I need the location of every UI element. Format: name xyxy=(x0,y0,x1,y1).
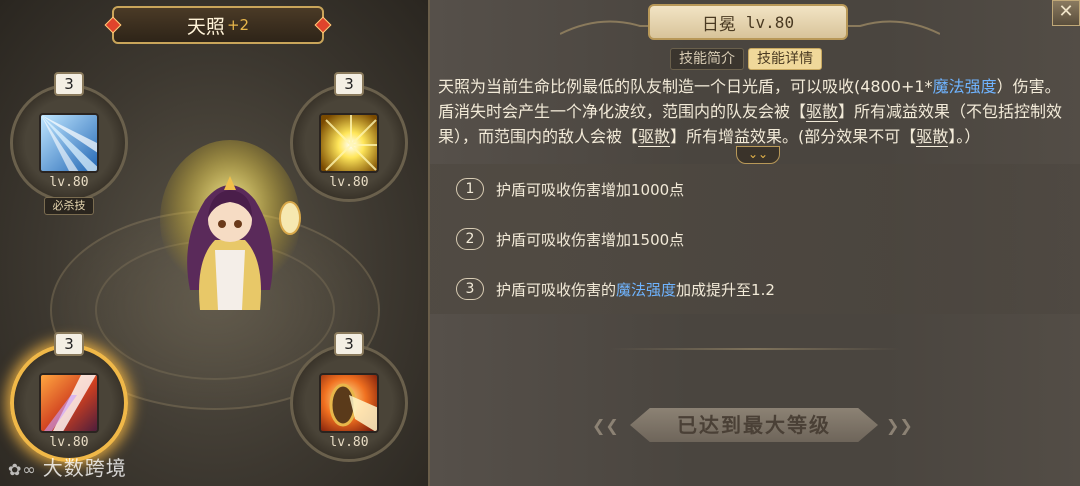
ornament-right-icon: ❯❯ xyxy=(886,416,913,435)
expand-chevron-icon[interactable]: ⌄⌄ xyxy=(736,146,780,164)
skill-name-level: lv.80 xyxy=(745,12,795,32)
upgrade-number: 1 xyxy=(456,178,484,200)
sun-burst-icon xyxy=(319,113,379,173)
upgrade-text: 护盾可吸收伤害增加1000点 xyxy=(496,180,685,199)
skill-name-plate: 日冕 lv.80 xyxy=(648,4,848,40)
detail-tabs: 技能简介 技能详情 xyxy=(670,48,822,70)
watermark: ✿∞ 大数跨境 xyxy=(8,452,127,481)
fire-shield-icon xyxy=(319,373,379,433)
dispel-link[interactable]: 驱散 xyxy=(806,102,839,122)
watermark-text: 大数跨境 xyxy=(42,456,127,480)
skill-level: lv.80 xyxy=(49,175,89,190)
upgrade-text: 加成提升至1.2 xyxy=(676,280,775,299)
hero-skill-panel: 天照 +2 3 lv.80 必杀技 3 lv.80 3 lv.80 3 lv.8… xyxy=(0,0,428,486)
skill-badge: 3 xyxy=(334,72,364,96)
close-button[interactable]: ✕ xyxy=(1052,0,1080,26)
hero-name: 天照 xyxy=(186,15,225,38)
ultimate-tag: 必杀技 xyxy=(44,197,94,215)
upgrade-list: 1 护盾可吸收伤害增加1000点 2 护盾可吸收伤害增加1500点 3 护盾可吸… xyxy=(430,164,1080,314)
skill-level: lv.80 xyxy=(49,435,89,450)
skill-slot-1[interactable]: 3 lv.80 必杀技 xyxy=(10,70,128,230)
close-icon: ✕ xyxy=(1058,1,1074,22)
desc-highlight: 魔法强度 xyxy=(932,77,997,96)
upgrade-item: 1 护盾可吸收伤害增加1000点 xyxy=(430,164,1080,214)
skill-badge: 3 xyxy=(334,332,364,356)
hero-title-plate: 天照 +2 xyxy=(104,6,332,44)
dispel-link[interactable]: 驱散 xyxy=(916,127,949,147)
tab-skill-detail[interactable]: 技能详情 xyxy=(748,48,822,70)
hero-character xyxy=(160,140,310,320)
desc-text: 天照为当前生命比例最低的队友制造一个日光盾，可以吸收(4800+1* xyxy=(438,77,933,96)
skill-description: 天照为当前生命比例最低的队友制造一个日光盾，可以吸收(4800+1*魔法强度）伤… xyxy=(438,74,1074,154)
upgrade-highlight: 魔法强度 xyxy=(616,280,677,299)
skill-slot-4[interactable]: 3 lv.80 xyxy=(290,330,408,486)
watermark-logo-icon: ✿∞ xyxy=(8,460,37,479)
desc-text: 】。 xyxy=(948,127,965,146)
desc-text: 】所有增益效果。(部分效果不可【 xyxy=(670,127,917,146)
max-level-button: 已达到最大等级 xyxy=(630,408,878,442)
skill-badge: 3 xyxy=(54,332,84,356)
upgrade-number: 2 xyxy=(456,228,484,250)
upgrade-text: 护盾可吸收伤害的 xyxy=(496,280,617,299)
light-rays-icon xyxy=(39,113,99,173)
desc-text: 】所有减益效果（不包括 xyxy=(838,102,1015,121)
upgrade-item: 2 护盾可吸收伤害增加1500点 xyxy=(430,214,1080,264)
skill-detail-panel: 日冕 lv.80 ✕ 技能简介 技能详情 天照为当前生命比例最低的队友制造一个日… xyxy=(428,0,1080,486)
dispel-link[interactable]: 驱散 xyxy=(638,127,671,147)
ornament-left-icon: ❮❮ xyxy=(592,416,619,435)
skill-badge: 3 xyxy=(54,72,84,96)
skill-level: lv.80 xyxy=(329,435,369,450)
skill-name: 日冕 xyxy=(701,14,736,35)
desc-text: ）伤害 xyxy=(996,77,1045,96)
gem-icon xyxy=(314,16,332,34)
gem-icon xyxy=(104,16,122,34)
upgrade-text: 护盾可吸收伤害增加1500点 xyxy=(496,230,685,249)
divider xyxy=(610,348,900,350)
upgrade-item: 3 护盾可吸收伤害的 魔法强度 加成提升至1.2 xyxy=(430,264,1080,314)
flame-beam-icon xyxy=(39,373,99,433)
tab-skill-intro[interactable]: 技能简介 xyxy=(670,48,744,70)
upgrade-number: 3 xyxy=(456,278,484,300)
hero-plus: +2 xyxy=(226,16,250,34)
skill-level: lv.80 xyxy=(329,175,369,190)
desc-text: ） xyxy=(964,127,981,146)
